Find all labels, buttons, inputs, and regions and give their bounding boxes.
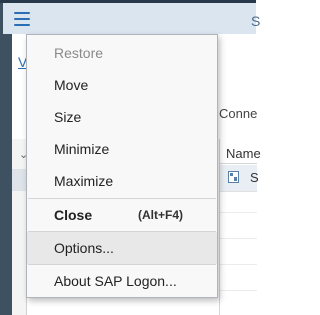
menu-item-shortcut: (Alt+F4) [138, 208, 183, 222]
menu-item-label: Options... [54, 240, 114, 256]
table-cell-name: S [250, 170, 259, 185]
menu-item-label: Close [54, 207, 93, 223]
row-divider [220, 238, 257, 239]
menu-item-about[interactable]: About SAP Logon... [27, 265, 217, 297]
menu-item-label: About SAP Logon... [54, 273, 177, 289]
menu-item-maximize[interactable]: Maximize [27, 165, 217, 197]
system-menu: Restore Move Size Minimize Maximize Clos… [26, 34, 218, 298]
row-divider [220, 212, 257, 213]
column-header-name[interactable]: Name [220, 139, 261, 164]
row-divider [220, 264, 257, 265]
table-row[interactable]: S [220, 165, 259, 192]
menu-item-label: Size [54, 109, 82, 125]
menu-item-options[interactable]: Options... [27, 232, 217, 264]
connections-header: Conne [219, 106, 258, 121]
row-divider [220, 290, 257, 291]
connection-icon [228, 171, 239, 183]
window-edge [0, 0, 12, 315]
title-bar: S [3, 3, 260, 34]
menu-item-move[interactable]: Move [27, 69, 217, 101]
menu-item-label: Maximize [54, 173, 114, 189]
menu-item-size[interactable]: Size [27, 101, 217, 133]
menu-item-label: Minimize [54, 141, 110, 157]
connections-table: Name S [219, 139, 261, 315]
window-title: S [251, 13, 261, 29]
hamburger-menu-icon[interactable] [12, 9, 33, 29]
menu-item-close[interactable]: Close (Alt+F4) [27, 199, 217, 231]
menu-item-restore[interactable]: Restore [27, 37, 217, 69]
tree-row-selected[interactable] [12, 169, 26, 191]
menu-item-label: Move [54, 77, 89, 93]
menu-item-label: Restore [54, 45, 104, 61]
menu-item-minimize[interactable]: Minimize [27, 133, 217, 165]
tree-panel [12, 139, 27, 315]
